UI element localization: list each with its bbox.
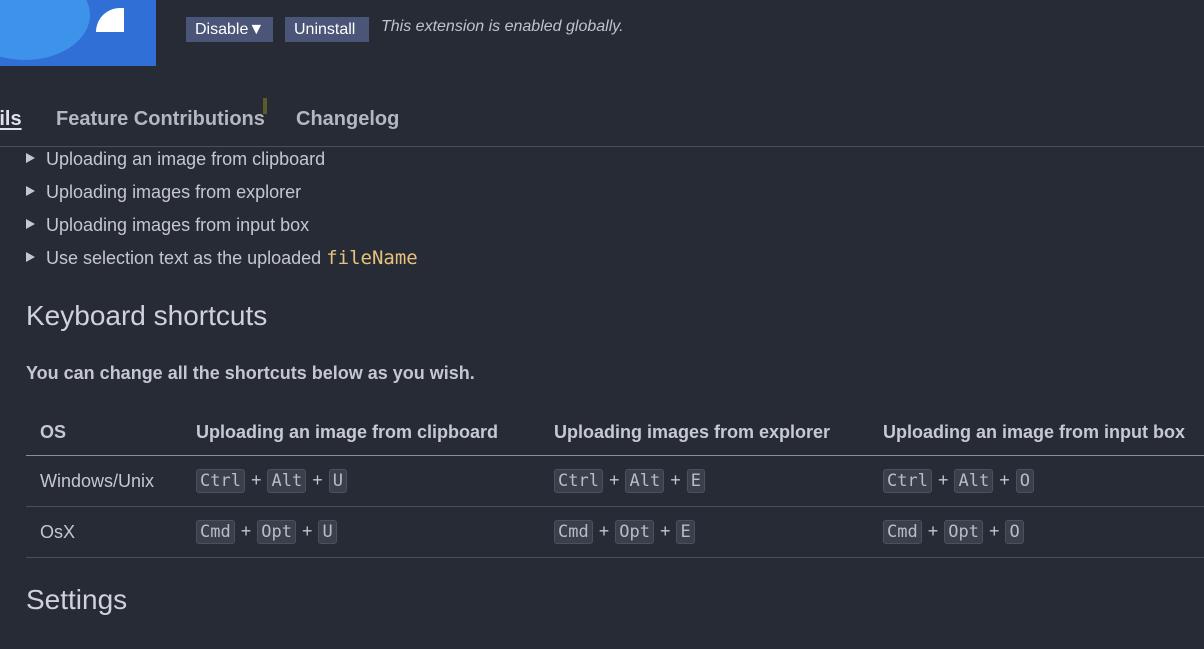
key-cap: Opt	[257, 520, 296, 544]
shortcut-cell: Ctrl + Alt + O	[869, 455, 1204, 507]
keyboard-shortcuts-heading: Keyboard shortcuts	[26, 300, 268, 331]
key-cap: Alt	[267, 469, 307, 493]
details-item-clipboard[interactable]: Uploading an image from clipboard	[26, 148, 418, 181]
plus-separator: +	[301, 521, 313, 541]
key-cap: Ctrl	[883, 469, 932, 493]
shortcut-cell: Ctrl + Alt + E	[540, 455, 869, 507]
uninstall-button[interactable]: Uninstall	[285, 17, 369, 42]
key-cap: Ctrl	[196, 469, 245, 493]
key-cap: Cmd	[196, 520, 235, 544]
plus-separator: +	[598, 521, 610, 541]
key-cap: Alt	[954, 469, 994, 493]
plus-separator: +	[250, 470, 262, 490]
plus-separator: +	[988, 521, 1000, 541]
os-cell: OsX	[26, 506, 182, 558]
plus-separator: +	[927, 521, 939, 541]
column-header-input-box: Uploading an image from input box	[869, 410, 1204, 456]
tab-details[interactable]: Details	[0, 108, 22, 131]
shortcut-cell: Cmd + Opt + O	[869, 506, 1204, 558]
details-item-selection-filename[interactable]: Use selection text as the uploaded fileN…	[26, 247, 418, 280]
key-cap: Cmd	[883, 520, 922, 544]
column-header-explorer: Uploading images from explorer	[540, 410, 869, 456]
table-header-row: OS Uploading an image from clipboard Upl…	[26, 410, 1204, 456]
shortcuts-table: OS Uploading an image from clipboard Upl…	[26, 410, 1204, 558]
plus-separator: +	[240, 521, 252, 541]
plus-separator: +	[670, 470, 681, 490]
key-cap: Alt	[625, 469, 665, 493]
expand-triangle-icon	[26, 219, 35, 230]
collapsible-details-list: Uploading an image from clipboard Upload…	[26, 148, 418, 280]
expand-triangle-icon	[26, 153, 35, 164]
settings-heading: Settings	[26, 584, 128, 615]
key-cap: U	[328, 469, 347, 493]
tab-changelog[interactable]: Changelog	[296, 108, 399, 131]
table-row: Windows/Unix Ctrl + Alt + U Ctrl + Alt + E Ctrl +…	[26, 455, 1204, 507]
details-item-explorer[interactable]: Uploading images from explorer	[26, 181, 418, 214]
key-cap: O	[1015, 469, 1034, 493]
shortcut-cell: Cmd + Opt + E	[540, 506, 869, 558]
expand-triangle-icon	[26, 252, 35, 263]
key-cap: Cmd	[554, 520, 593, 544]
tab-bar: Details Feature Contributions Changelog	[0, 106, 1204, 147]
extension-logo	[0, 0, 156, 66]
logo-blob	[0, 0, 90, 60]
disable-dropdown-button[interactable]: Disable▼	[186, 17, 273, 42]
logo-moon-shape	[96, 8, 124, 32]
key-cap: E	[676, 520, 695, 544]
key-cap: Opt	[615, 520, 654, 544]
column-header-os: OS	[26, 410, 182, 456]
extension-status-text: This extension is enabled globally.	[381, 18, 624, 35]
plus-separator: +	[999, 470, 1010, 490]
plus-separator: +	[312, 470, 323, 490]
details-item-input-box[interactable]: Uploading images from input box	[26, 214, 418, 247]
key-cap: U	[318, 520, 337, 544]
inline-code: fileName	[326, 247, 418, 269]
tab-feature-contributions[interactable]: Feature Contributions	[56, 108, 265, 131]
expand-triangle-icon	[26, 186, 35, 197]
table-row: OsX Cmd + Opt + U Cmd + Opt + E Cmd + Opt + O	[26, 506, 1204, 558]
plus-separator: +	[937, 470, 949, 490]
shortcuts-note: You can change all the shortcuts below a…	[26, 363, 475, 383]
shortcut-cell: Cmd + Opt + U	[182, 506, 540, 558]
column-header-clipboard: Uploading an image from clipboard	[182, 410, 540, 456]
os-cell: Windows/Unix	[26, 455, 182, 507]
key-cap: Ctrl	[554, 469, 603, 493]
plus-separator: +	[608, 470, 620, 490]
key-cap: O	[1005, 520, 1024, 544]
key-cap: Opt	[944, 520, 983, 544]
key-cap: E	[686, 469, 705, 493]
shortcut-cell: Ctrl + Alt + U	[182, 455, 540, 507]
plus-separator: +	[659, 521, 671, 541]
